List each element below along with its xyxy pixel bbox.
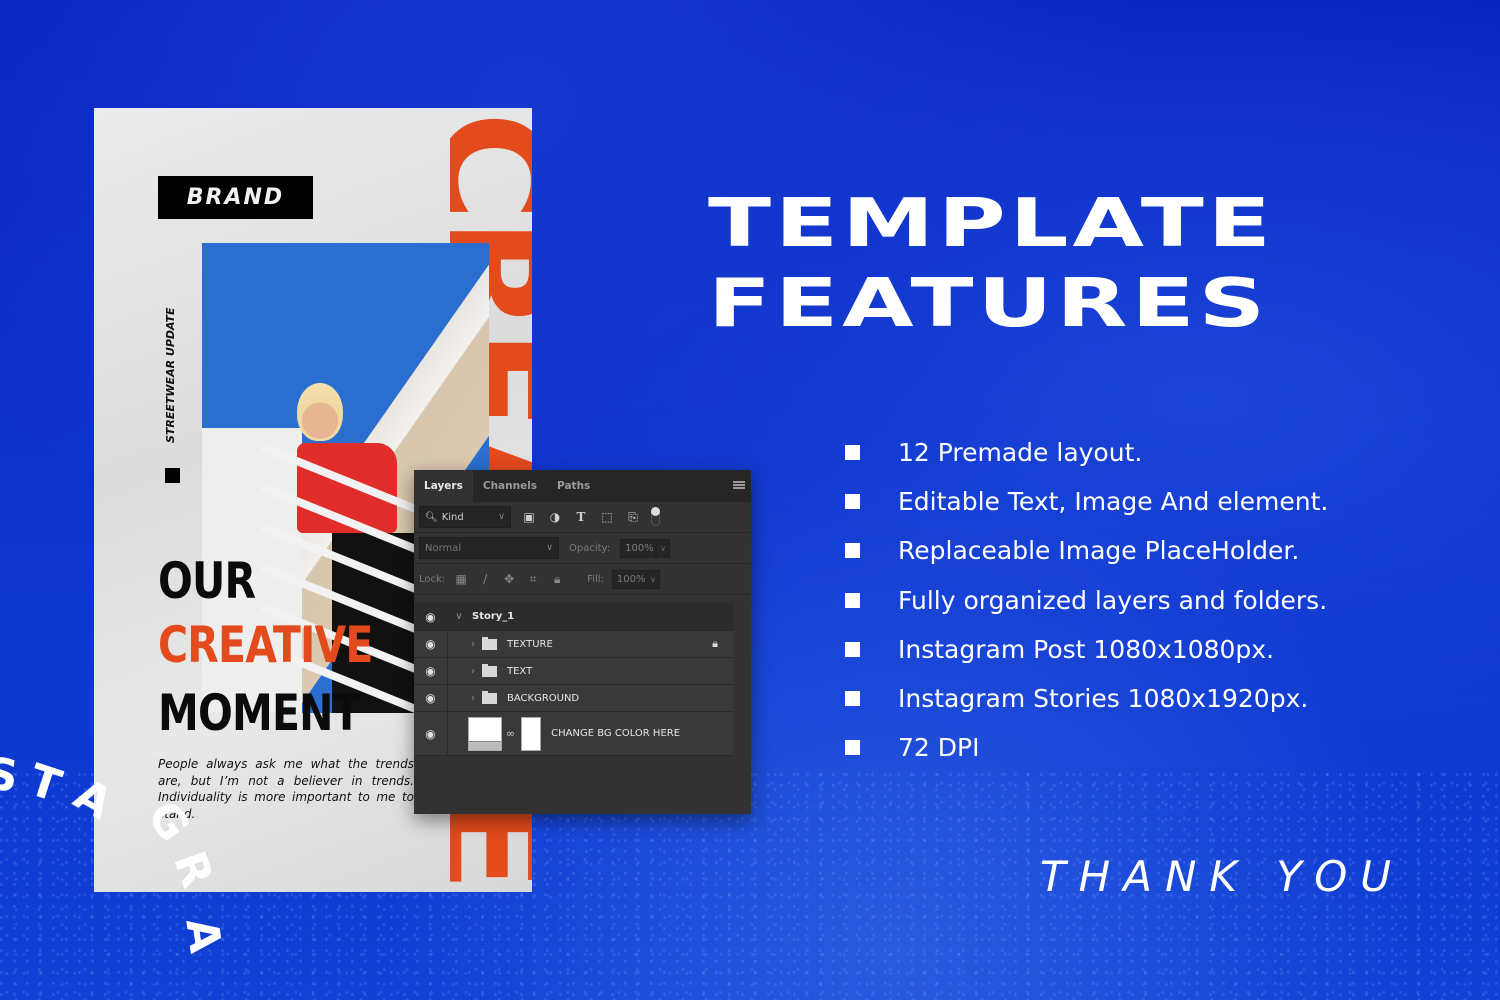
layer-mask-thumbnail (521, 716, 542, 751)
tab-layers[interactable]: Layers (414, 470, 473, 502)
visibility-eye-icon[interactable]: ◉ (414, 685, 448, 711)
opacity-dropdown-icon[interactable]: ∨ (656, 538, 671, 558)
visibility-eye-icon[interactable]: ◉ (414, 712, 448, 755)
page-title-line-1: TEMPLATE (708, 184, 1275, 263)
visibility-eye-icon[interactable]: ◉ (414, 603, 448, 630)
poster-body-copy: People always ask me what the trends are… (158, 757, 414, 821)
link-icon: ∞ (506, 727, 516, 740)
square-bullet-icon (845, 543, 860, 559)
feature-item: Instagram Post 1080x1080px. (845, 625, 1328, 674)
opacity-field[interactable]: 100% (620, 538, 657, 558)
square-bullet-icon (845, 641, 860, 657)
blend-row: Normal ∨ Opacity: 100% ∨ (414, 533, 751, 564)
tab-paths[interactable]: Paths (547, 470, 600, 502)
brand-label: BRAND (186, 185, 285, 210)
layer-folder-texture[interactable]: ◉ › TEXTURE 🔒︎ (414, 631, 734, 658)
features-list: 12 Premade layout. Editable Text, Image … (845, 428, 1328, 772)
layers-list: ◉ ∨ Story_1 ◉ › TEXTURE 🔒︎ ◉ › TEXT ◉ › … (414, 603, 734, 756)
layer-group-story-1[interactable]: ◉ ∨ Story_1 (414, 603, 734, 631)
decorative-square (165, 468, 180, 483)
fill-label: Fill: (587, 573, 604, 585)
panel-tabs: Layers Channels Paths (414, 470, 751, 502)
shape-filter-icon[interactable]: ⬚ (599, 510, 615, 524)
lock-artboard-icon[interactable]: ⌗ (525, 572, 541, 587)
blend-mode-select[interactable]: Normal ∨ (419, 537, 559, 559)
lock-position-icon[interactable]: ✥ (501, 572, 517, 586)
feature-item: Replaceable Image PlaceHolder. (845, 526, 1328, 575)
feature-item: 72 DPI (845, 723, 1328, 772)
lock-image-pixels-icon[interactable]: ∕ (477, 572, 493, 586)
square-bullet-icon (845, 445, 860, 461)
smart-object-filter-icon[interactable]: ⎘ (625, 510, 641, 525)
lock-label: Lock: (419, 573, 446, 585)
streetwear-tag: STREETWEAR UPDATE (164, 307, 177, 444)
brand-label-box: BRAND (158, 176, 313, 219)
image-filter-icon[interactable]: ▣ (521, 510, 537, 524)
lock-transparent-pixels-icon[interactable]: ▦ (453, 572, 469, 586)
fill-dropdown-icon[interactable]: ∨ (645, 569, 660, 589)
feature-item: Editable Text, Image And element. (845, 477, 1328, 526)
layer-folder-background[interactable]: ◉ › BACKGROUND (414, 685, 734, 712)
chevron-down-icon: ∨ (498, 512, 505, 522)
lock-icon: 🔒︎ (712, 637, 718, 650)
filter-toggle[interactable] (651, 507, 660, 526)
feature-item: Fully organized layers and folders. (845, 576, 1328, 625)
folder-icon (482, 636, 497, 650)
adjustment-filter-icon[interactable]: ◑ (547, 510, 563, 524)
chevron-right-icon[interactable]: › (466, 693, 480, 704)
headline-line-2: CREATIVE (158, 616, 373, 674)
thank-you-footer: THANK YOU (1040, 852, 1404, 901)
page-title-line-2: FEATURES (708, 264, 1270, 343)
folder-icon (482, 663, 497, 677)
chevron-down-icon: ∨ (546, 543, 553, 553)
square-bullet-icon (845, 494, 860, 510)
chevron-right-icon[interactable]: › (466, 639, 480, 650)
feature-item: 12 Premade layout. (845, 428, 1328, 477)
filter-row: 🔍︎ Kind ∨ ▣ ◑ T ⬚ ⎘ (414, 502, 751, 533)
layer-thumbnail (468, 716, 502, 751)
layer-folder-text[interactable]: ◉ › TEXT (414, 658, 734, 685)
search-icon: 🔍︎ (425, 511, 438, 523)
layer-fill-bg-color[interactable]: ◉ ∞ CHANGE BG COLOR HERE (414, 712, 734, 756)
opacity-label: Opacity: (569, 542, 611, 554)
square-bullet-icon (845, 592, 860, 608)
folder-icon (482, 690, 497, 704)
headline-line-1: OUR (158, 552, 256, 610)
visibility-eye-icon[interactable]: ◉ (414, 658, 448, 684)
layers-panel: Layers Channels Paths 🔍︎ Kind ∨ ▣ ◑ T ⬚ … (414, 470, 751, 814)
lock-all-icon[interactable]: 🔒︎ (549, 572, 565, 587)
chevron-down-icon[interactable]: ∨ (452, 611, 466, 622)
fill-field[interactable]: 100% (611, 569, 648, 589)
chevron-right-icon[interactable]: › (466, 666, 480, 677)
headline-line-3: MOMENT (158, 684, 361, 742)
lock-row: Lock: ▦ ∕ ✥ ⌗ 🔒︎ Fill: 100% ∨ (414, 564, 751, 595)
square-bullet-icon (845, 691, 860, 707)
feature-item: Instagram Stories 1080x1920px. (845, 674, 1328, 723)
filter-kind-select[interactable]: 🔍︎ Kind ∨ (419, 506, 511, 528)
tab-channels[interactable]: Channels (473, 470, 547, 502)
visibility-eye-icon[interactable]: ◉ (414, 631, 448, 657)
square-bullet-icon (845, 740, 860, 756)
type-filter-icon[interactable]: T (573, 510, 589, 524)
panel-menu-icon[interactable] (733, 481, 745, 490)
